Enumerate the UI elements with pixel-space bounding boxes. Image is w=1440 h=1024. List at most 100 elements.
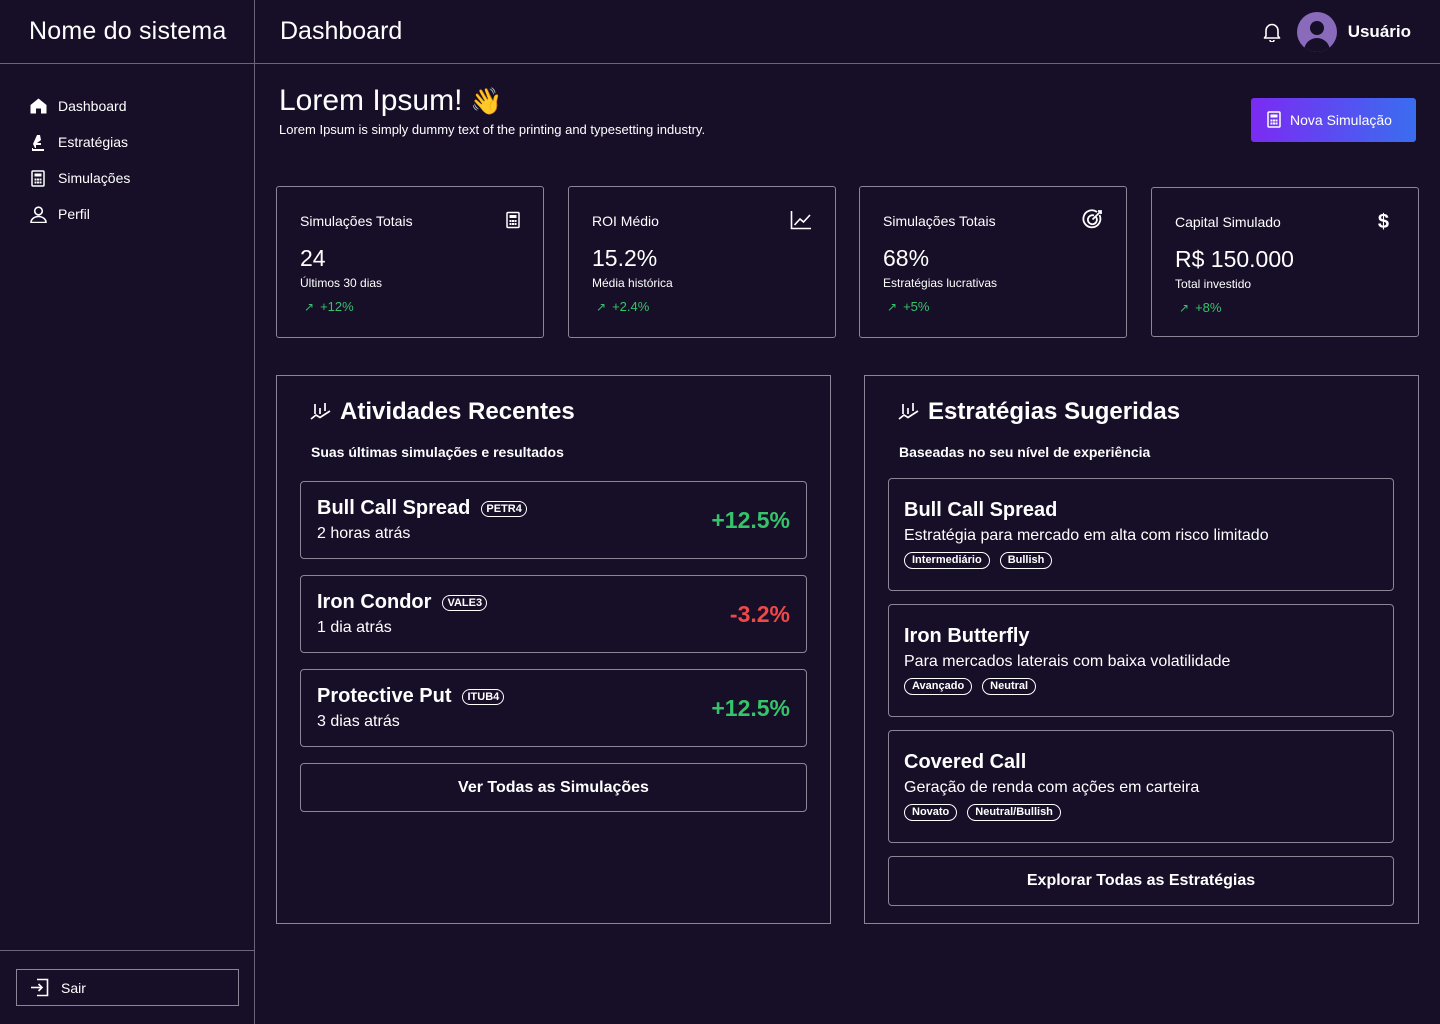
home-icon [29,97,47,115]
trend-up-icon: ↗ [596,299,607,314]
stat-value: 68% [883,245,930,271]
market-badge: Neutral [982,678,1037,695]
stat-trend: ↗ +2.4% [592,299,812,314]
strategy-tags: Novato Neutral/Bullish [904,804,1378,821]
bell-icon[interactable] [1261,21,1283,43]
explore-all-strategies-button[interactable]: Explorar Todas as Estratégias [888,856,1394,906]
activity-result: +12.5% [711,695,790,721]
new-simulation-button[interactable]: Nova Simulação [1251,98,1416,142]
greeting-title: Lorem Ipsum! 👋 [279,84,709,118]
ticker-badge: PETR4 [481,500,527,517]
logout-label: Sair [61,979,86,996]
stat-title: Simulações Totais [300,213,413,229]
greeting-subtitle: Lorem Ipsum is simply dummy text of the … [279,122,706,137]
trend-up-icon: ↗ [1179,300,1190,315]
activity-name: Bull Call Spread [317,497,471,519]
stat-title: ROI Médio [592,213,659,229]
stat-card-total-simulations: Simulações Totais 24 Últimos 30 dias ↗ +… [276,186,544,338]
trend-up-icon: ↗ [887,299,898,314]
panel-subtitle: Baseadas no seu nível de experiência [899,444,1151,460]
sidebar-item-label: Simulações [58,170,131,186]
sidebar-item-simulacoes[interactable]: Simulações [29,166,130,190]
stat-note: Últimos 30 dias [300,276,383,290]
stat-trend-value: +5% [903,299,930,314]
greeting-title-text: Lorem Ipsum! [279,84,463,117]
strategy-card[interactable]: Iron Butterfly Para mercados laterais co… [888,604,1394,717]
view-all-simulations-button[interactable]: Ver Todas as Simulações [300,763,807,812]
stat-note: Estratégias lucrativas [883,276,998,290]
page-title: Dashboard [280,17,403,45]
waving-hand-icon: 👋 [470,85,503,116]
strategy-description: Para mercados laterais com baixa volatil… [904,653,1231,670]
logout-button[interactable]: Sair [16,969,239,1006]
stat-card-profitable: Simulações Totais 68% Estratégias lucrat… [859,186,1127,338]
strategy-name: Iron Butterfly [904,625,1030,647]
activity-chart-icon [310,402,332,422]
avatar[interactable] [1296,12,1337,52]
stat-trend: ↗ +12% [300,299,520,314]
level-badge: Intermediário [904,552,990,569]
stat-trend-value: +8% [1195,300,1222,315]
stat-value: R$ 150.000 [1175,246,1294,272]
calculator-icon [506,211,520,232]
market-badge: Neutral/Bullish [967,804,1061,821]
suggested-strategies-panel: Estratégias Sugeridas Baseadas no seu ní… [864,375,1419,924]
header-divider [0,63,1440,64]
trend-up-icon: ↗ [304,299,315,314]
stat-trend: ↗ +8% [1175,300,1395,315]
stat-trend: ↗ +5% [883,299,1103,314]
strategy-description: Geração de renda com ações em carteira [904,779,1200,796]
panel-subtitle: Suas últimas simulações e resultados [311,444,564,460]
calculator-icon [1267,111,1283,129]
strategy-description: Estratégia para mercado em alta com risc… [904,527,1269,544]
strategy-card[interactable]: Covered Call Geração de renda com ações … [888,730,1394,843]
ticker-badge: VALE3 [442,594,488,611]
activity-item[interactable]: Protective Put ITUB4 3 dias atrás +12.5% [300,669,807,747]
stat-note: Total investido [1175,277,1252,291]
strategy-tags: Avançado Neutral [904,678,1378,695]
sidebar-item-perfil[interactable]: Perfil [29,202,130,226]
stat-value: 24 [300,245,326,271]
activity-item[interactable]: Bull Call Spread PETR4 2 horas atrás +12… [300,481,807,559]
system-name: Nome do sistema [29,17,227,45]
sidebar-item-dashboard[interactable]: Dashboard [29,94,130,118]
activity-item[interactable]: Iron Condor VALE3 1 dia atrás -3.2% [300,575,807,653]
stat-title: Capital Simulado [1175,214,1281,230]
user-name[interactable]: Usuário [1348,22,1411,42]
activity-time: 1 dia atrás [317,619,392,636]
new-simulation-label: Nova Simulação [1290,112,1392,128]
chess-piece-icon [29,133,47,151]
activity-result: +12.5% [711,507,790,533]
sidebar-footer-divider [0,950,254,951]
panel-title-text: Estratégias Sugeridas [928,398,1181,425]
sidebar-item-estrategias[interactable]: Estratégias [29,130,130,154]
dollar-icon: $ [1377,210,1389,233]
strategy-card[interactable]: Bull Call Spread Estratégia para mercado… [888,478,1394,591]
greeting: Lorem Ipsum! 👋 Lorem Ipsum is simply dum… [279,84,709,138]
stat-value: 15.2% [592,245,658,271]
sidebar-divider [254,0,255,1024]
recent-activities-panel: Atividades Recentes Suas últimas simulaç… [276,375,831,924]
panel-title-text: Atividades Recentes [340,398,575,425]
logout-icon [29,978,49,998]
activity-chart-icon [898,402,920,422]
activity-name-row: Iron Condor VALE3 [317,591,790,614]
panel-title: Estratégias Sugeridas [898,398,1180,426]
user-icon [29,205,47,223]
activity-name: Protective Put [317,685,452,707]
activity-result: -3.2% [729,601,790,627]
strategy-tags: Intermediário Bullish [904,552,1378,569]
stat-card-capital: Capital Simulado $ R$ 150.000 Total inve… [1151,187,1419,337]
sidebar-nav: Dashboard Estratégias Simulações Perfil [29,94,130,238]
target-icon [1082,209,1103,233]
stat-title: Simulações Totais [883,213,996,229]
stat-note: Média histórica [592,276,673,290]
stat-trend-value: +2.4% [612,299,650,314]
strategy-name: Covered Call [904,751,1027,773]
stat-trend-value: +12% [320,299,354,314]
activity-name: Iron Condor [317,591,432,613]
sidebar-item-label: Estratégias [58,134,129,150]
user-area: Usuário [1261,12,1411,52]
strategy-name: Bull Call Spread [904,499,1058,521]
sidebar-item-label: Perfil [58,206,90,222]
